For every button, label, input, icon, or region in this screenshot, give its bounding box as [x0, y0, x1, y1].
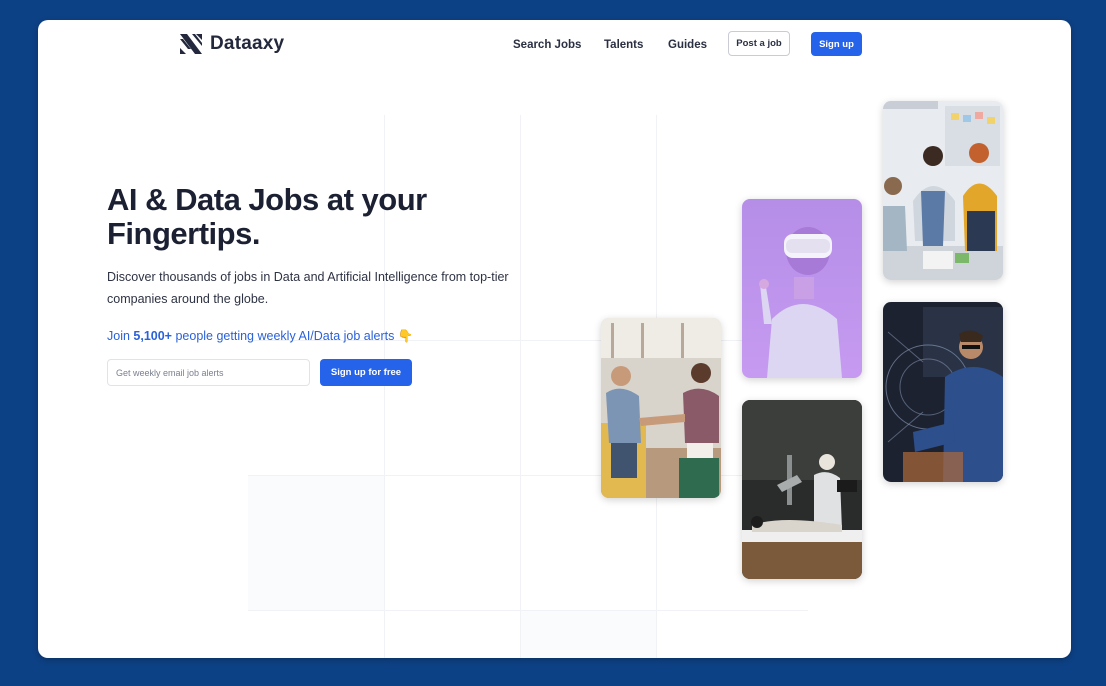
- nav-talents[interactable]: Talents: [604, 39, 643, 51]
- office-team-photo: [883, 101, 1003, 280]
- hero-description: Discover thousands of jobs in Data and A…: [107, 270, 509, 306]
- nav-search-jobs[interactable]: Search Jobs: [513, 39, 581, 51]
- grid-cell: [248, 476, 384, 610]
- robot-medical-photo: [742, 400, 862, 579]
- join-count: 5,100+: [133, 329, 172, 343]
- data-analyst-photo: [883, 302, 1003, 482]
- sign-up-button[interactable]: Sign up: [811, 32, 862, 56]
- join-alerts-text: Join 5,100+ people getting weekly AI/Dat…: [107, 329, 413, 344]
- logo[interactable]: Dataaxy: [178, 31, 284, 57]
- grid-line: [520, 115, 521, 658]
- grid-cell: [521, 611, 656, 658]
- vr-headset-photo: [742, 199, 862, 378]
- email-alert-input[interactable]: [107, 359, 310, 386]
- brand-name: Dataaxy: [210, 33, 285, 54]
- join-suffix: people getting weekly AI/Data job alerts…: [172, 329, 414, 343]
- post-job-button[interactable]: Post a job: [728, 31, 790, 56]
- browser-page: Dataaxy Search Jobs Talents Guides Post …: [38, 20, 1071, 658]
- nav-guides[interactable]: Guides: [668, 39, 707, 51]
- dataaxy-logo-icon: [180, 34, 202, 54]
- handshake-meeting-photo: [601, 318, 721, 498]
- sign-up-free-button[interactable]: Sign up for free: [320, 359, 412, 386]
- join-prefix: Join: [107, 329, 134, 343]
- hero-title: AI & Data Jobs at your Fingertips.: [107, 182, 427, 251]
